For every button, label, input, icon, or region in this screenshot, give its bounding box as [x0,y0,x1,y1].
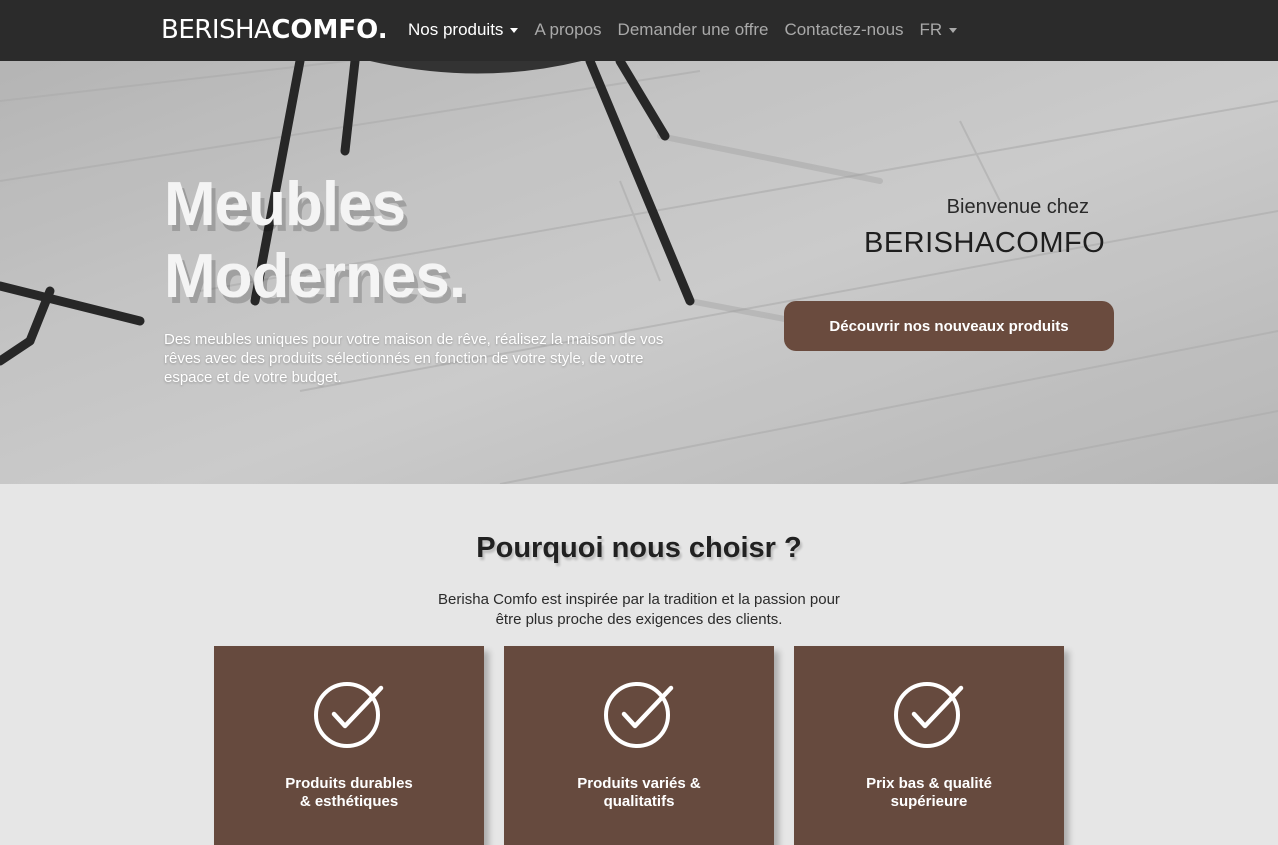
feature-card-price: Prix bas & qualité supérieure [794,646,1064,845]
language-selector[interactable]: FR [920,20,958,40]
nav-item-label: A propos [534,20,602,39]
feature-card-label: Produits durables & esthétiques [234,775,464,811]
hero-title: Meubles Modernes. [164,169,664,313]
section-title: Pourquoi nous choisr ? [476,532,802,564]
nav-links: Nos produits A propos Demander une offre… [408,18,958,42]
nav-item-demander-offre[interactable]: Demander une offre [618,20,769,40]
caret-down-icon [949,27,958,33]
welcome-text: Bienvenue chez [946,196,1089,218]
welcome-brand: BERISHACOMFO [864,227,1106,259]
hero-title-line2: Modernes. [164,242,466,311]
hero-title-line1: Meubles [164,170,406,239]
hero-banner: Meubles Modernes. Des meubles uniques po… [0,61,1278,484]
feature-card-label-line2: qualitatifs [603,793,675,810]
check-circle-icon [604,682,674,748]
brand-logo[interactable]: BERISHA COMFO. [161,14,388,46]
feature-card-varied: Produits variés & qualitatifs [504,646,774,845]
feature-card-label: Produits variés & qualitatifs [524,775,754,811]
section-description: Berisha Comfo est inspirée par la tradit… [389,590,889,630]
caret-down-icon [510,27,519,33]
section-description-line2: être plus proche des exigences des clien… [495,611,783,628]
check-circle-icon [314,682,384,748]
brand-logo-light: BERISHA [161,15,272,45]
hero-description: Des meubles uniques pour votre maison de… [164,331,664,386]
discover-products-button[interactable]: Découvrir nos nouveaux produits [784,301,1114,351]
nav-item-contact[interactable]: Contactez-nous [784,20,903,40]
language-label: FR [919,20,943,39]
check-circle-icon [894,682,964,748]
feature-card-label-line1: Prix bas & qualité [866,775,992,792]
navbar: BERISHA COMFO. Nos produits A propos Dema… [0,0,1278,61]
nav-item-a-propos[interactable]: A propos [534,20,601,40]
feature-card-durable: Produits durables & esthétiques [214,646,484,845]
nav-item-label: Nos produits [408,20,504,39]
feature-cards: Produits durables & esthétiques Produits… [214,646,1064,845]
feature-card-label-line1: Produits durables [285,775,413,792]
nav-item-label: Demander une offre [617,20,769,39]
feature-card-label-line2: & esthétiques [299,793,399,810]
nav-item-nos-produits[interactable]: Nos produits [408,20,519,40]
section-description-line1: Berisha Comfo est inspirée par la tradit… [438,591,840,608]
nav-item-label: Contactez-nous [784,20,904,39]
feature-card-label-line2: supérieure [890,793,968,810]
brand-logo-bold: COMFO. [271,15,388,45]
feature-card-label-line1: Produits variés & [577,775,701,792]
feature-card-label: Prix bas & qualité supérieure [814,775,1044,811]
